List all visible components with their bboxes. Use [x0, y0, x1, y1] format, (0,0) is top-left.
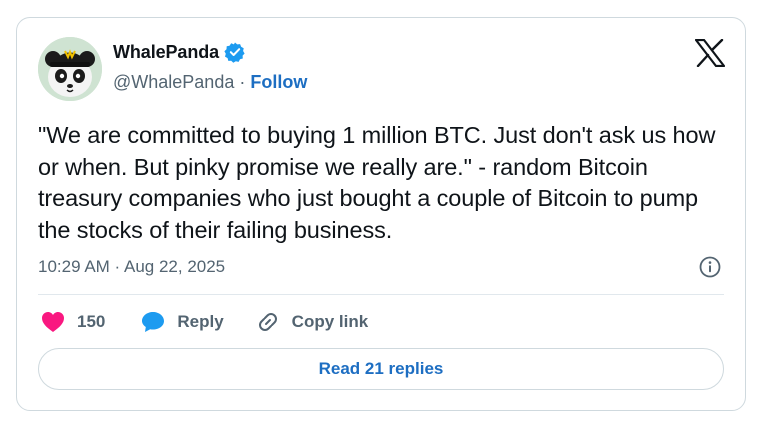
copy-link-label: Copy link [291, 312, 369, 331]
tweet-text: "We are committed to buying 1 million BT… [38, 122, 716, 243]
panda-avatar-image [38, 37, 102, 101]
avatar[interactable] [38, 37, 102, 101]
verified-badge-icon [224, 41, 246, 63]
info-icon[interactable] [699, 256, 721, 278]
reply-button[interactable]: Reply [141, 311, 224, 333]
divider [38, 294, 724, 295]
author-handle-row: @WhalePanda · Follow [113, 70, 307, 94]
link-icon [256, 310, 280, 334]
follow-button[interactable]: Follow [250, 72, 307, 93]
heart-icon [41, 311, 65, 333]
embedded-tweet-card[interactable]: WhalePanda @WhalePanda · Follow "We are … [16, 17, 746, 411]
tweet-timestamp[interactable]: 10:29 AM · Aug 22, 2025 [38, 257, 225, 277]
like-count: 150 [77, 312, 106, 331]
reply-label: Reply [177, 312, 224, 331]
author-handle[interactable]: @WhalePanda [113, 72, 234, 93]
author-name[interactable]: WhalePanda [113, 42, 219, 63]
copy-link-button[interactable]: Copy link [256, 310, 369, 334]
handle-separator: · [239, 71, 246, 92]
speech-bubble-icon [141, 311, 165, 333]
author-name-row: WhalePanda [113, 40, 307, 64]
author-block: WhalePanda @WhalePanda · Follow [113, 40, 307, 94]
tweet-actions: 150 Reply Copy link [41, 308, 368, 336]
x-logo-icon[interactable] [694, 38, 726, 68]
like-button[interactable]: 150 [41, 311, 105, 333]
read-replies-button[interactable]: Read 21 replies [38, 348, 724, 390]
